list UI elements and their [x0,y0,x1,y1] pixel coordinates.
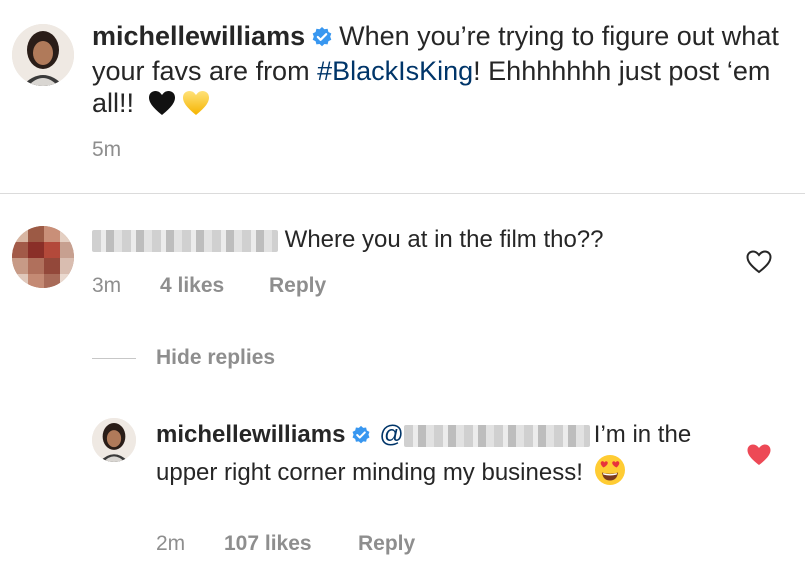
comment-like-heart-icon[interactable] [746,250,772,274]
avatar-photo [92,418,136,462]
comment-timestamp: 3m [92,274,122,297]
reply-author-avatar[interactable] [92,418,136,462]
post-username[interactable]: michellewilliams [92,21,305,51]
redacted-mention[interactable] [403,424,590,447]
post-caption: michellewilliams When you’re trying to fi… [92,20,782,123]
post-author-avatar[interactable] [12,24,74,86]
verified-badge-icon [351,422,371,454]
mention-at[interactable]: @ [379,421,403,448]
hashtag-link[interactable]: #BlackIsKing [317,56,473,86]
commenter-avatar[interactable] [12,226,74,288]
section-divider [0,193,805,194]
comment-likes[interactable]: 4 likes [160,274,224,298]
reply-timestamp: 2m [156,532,186,555]
comment-body: Where you at in the film tho?? [92,225,604,255]
hide-replies-line [92,358,136,359]
comment-reply-button[interactable]: Reply [269,274,326,298]
reply-liked-heart-icon[interactable] [746,443,772,467]
yellow-heart-icon [182,90,210,123]
avatar-photo [12,24,74,86]
reply-body: michellewilliams @ I’m in the upper right … [156,419,716,495]
black-heart-icon [148,90,176,123]
heart-eyes-icon [594,454,626,495]
reply-username[interactable]: michellewilliams [156,421,345,448]
hide-replies-button[interactable]: Hide replies [156,346,275,370]
comment-text: Where you at in the film tho?? [284,226,604,253]
redacted-username[interactable] [92,229,278,252]
reply-reply-button[interactable]: Reply [358,532,415,556]
blurred-avatar-photo [12,226,74,288]
post-timestamp: 5m [92,138,122,161]
verified-badge-icon [311,23,333,55]
reply-likes[interactable]: 107 likes [224,532,312,556]
